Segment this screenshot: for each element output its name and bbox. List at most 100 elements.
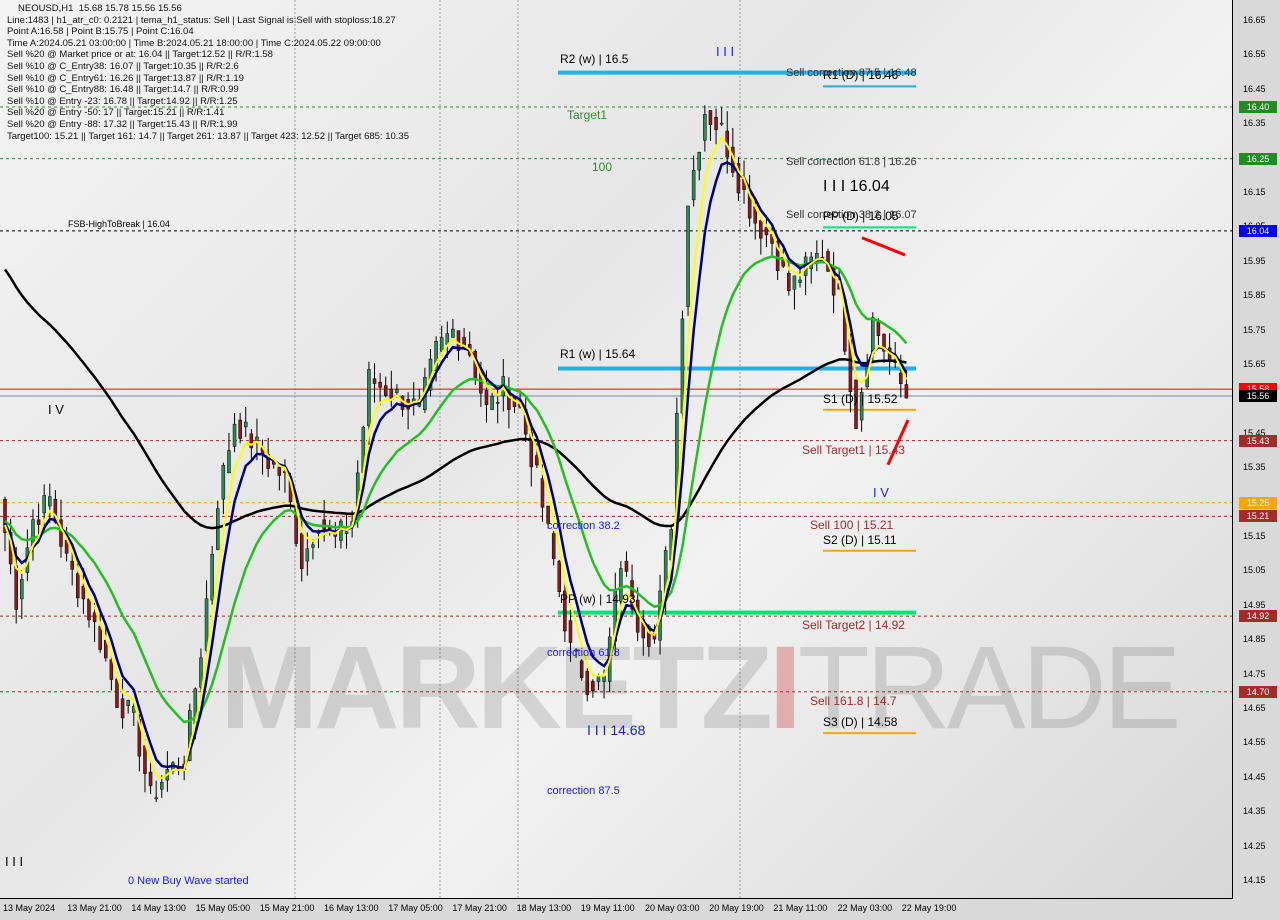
candle-body	[238, 419, 242, 439]
candle-body	[148, 771, 153, 787]
candle-body	[439, 337, 444, 352]
level-label: R1 (w) | 15.64	[560, 347, 636, 362]
price-tag: 14.92	[1239, 610, 1277, 623]
candle-body	[36, 519, 41, 525]
price-tick-label: 14.65	[1243, 703, 1266, 713]
candle-body	[904, 384, 909, 399]
candle-body	[451, 328, 455, 338]
price-tick-label: 14.15	[1243, 875, 1266, 885]
price-tag: 16.04	[1239, 224, 1277, 237]
time-tick-label: 20 May 03:00	[645, 903, 700, 913]
price-tick-label: 15.75	[1243, 324, 1266, 335]
candle-body	[232, 423, 237, 447]
candle-body	[686, 205, 690, 307]
candle-body	[490, 396, 494, 410]
level-label: Sell correction 38.2 | 16.07	[786, 208, 917, 221]
candle-body	[691, 170, 696, 201]
wave-annotation: I I I	[716, 44, 735, 59]
level-label: R2 (w) | 16.5	[560, 51, 629, 66]
info-line: Time A:2024.05.21 03:00:00 | Time B:2024…	[7, 37, 381, 49]
candle-body	[92, 612, 97, 622]
time-tick-label: 18 May 13:00	[516, 903, 572, 913]
wave-annotation: 0 New Buy Wave started	[128, 875, 249, 887]
candle-body	[160, 782, 164, 790]
level-label: PP (w) | 14.93	[560, 591, 636, 606]
level-label: S1 (D) | 15.52	[823, 391, 898, 406]
candle-body	[484, 389, 489, 405]
time-tick-label: 15 May 21:00	[259, 903, 315, 913]
candle-body	[115, 678, 119, 708]
trend-line	[861, 236, 906, 257]
level-label: Target1	[567, 108, 608, 122]
candle-body	[20, 579, 24, 600]
candle-body	[76, 573, 80, 599]
chart-plot-area[interactable]: MARKETZITRADE NEOUSD,H1 15.68 15.78 15.5…	[0, 0, 1233, 899]
price-tick-label: 15.05	[1243, 565, 1266, 576]
price-tag: 16.40	[1239, 101, 1277, 113]
candle-body	[109, 659, 114, 680]
candle-body	[798, 279, 802, 283]
candle-body	[871, 317, 875, 354]
candle-body	[395, 389, 399, 393]
candle-body	[299, 533, 304, 569]
price-tag: 16.25	[1239, 152, 1277, 165]
candle-body	[70, 560, 74, 570]
wave-annotation: correction 61.8	[547, 647, 620, 659]
price-tick-label: 15.85	[1243, 290, 1266, 301]
candle-body	[126, 700, 130, 706]
info-line: Sell %10 @ Entry -23: 16.78 || Target:14…	[7, 95, 238, 107]
price-tag: 14.70	[1239, 685, 1277, 698]
candle-body	[624, 560, 629, 572]
level-label: Sell 100 | 15.21	[810, 518, 894, 533]
price-tick-label: 14.75	[1243, 668, 1266, 679]
candle-body	[42, 495, 46, 514]
price-tick-label: 14.55	[1243, 737, 1266, 748]
candle-body	[703, 114, 707, 141]
candle-body	[495, 402, 500, 404]
info-line: Target100: 15.21 || Target 161: 14.7 || …	[7, 130, 409, 142]
candle-body	[372, 378, 377, 384]
time-tick-label: 22 May 19:00	[901, 903, 957, 913]
candle-body	[557, 560, 562, 592]
watermark-logo: MARKETZITRADE	[220, 622, 1182, 754]
candle-body	[697, 151, 701, 171]
info-line: Sell %20 @ Entry -50: 17 || Target:15.21…	[7, 107, 225, 119]
candle-body	[378, 381, 382, 388]
candle-body	[708, 110, 713, 125]
time-tick-label: 16 May 13:00	[324, 903, 379, 913]
wave-annotation: I V	[48, 402, 64, 417]
info-line: Sell %20 @ Market price or at: 16.04 || …	[7, 49, 273, 61]
candle-body	[311, 544, 315, 548]
price-tick-label: 14.85	[1243, 634, 1266, 645]
candle-body	[787, 273, 791, 291]
candle-body	[227, 450, 231, 474]
price-tick-label: 14.35	[1243, 806, 1266, 817]
info-line: Sell %10 @ C_Entry88: 16.48 || Target:14…	[7, 84, 239, 96]
price-tick-label: 14.95	[1243, 599, 1266, 610]
candle-body	[120, 698, 125, 719]
level-label: FSB-HighToBreak | 16.04	[68, 218, 170, 229]
candle-body	[792, 275, 797, 290]
ma-black-line	[3, 268, 907, 530]
level-label: Sell correction 61.8 | 16.26	[786, 155, 917, 168]
price-tag: 15.43	[1239, 434, 1277, 447]
candle-body	[255, 436, 259, 441]
price-axis[interactable]: 16.6516.5516.4516.3516.2516.1516.0515.95…	[1233, 0, 1280, 898]
info-line: Sell %20 @ Entry -88: 17.32 || Target:15…	[7, 118, 238, 130]
candle-body	[277, 466, 282, 476]
level-label: S3 (D) | 14.58	[823, 715, 898, 730]
time-tick-label: 20 May 19:00	[709, 903, 764, 913]
candle-body	[759, 220, 763, 239]
wave-annotation: 100	[592, 160, 613, 174]
time-tick-label: 21 May 11:00	[773, 903, 828, 913]
wave-annotation: I I I 16.04	[823, 178, 890, 195]
price-tick-label: 16.55	[1243, 49, 1266, 60]
wave-annotation: I V	[873, 485, 889, 500]
candle-body	[764, 227, 769, 236]
time-tick-label: 15 May 05:00	[195, 903, 251, 913]
price-tick-label: 14.25	[1243, 840, 1266, 851]
price-tick-label: 14.45	[1243, 771, 1266, 782]
wave-annotation: I I I 14.68	[587, 722, 646, 738]
candle-body	[143, 745, 147, 774]
candle-body	[305, 548, 310, 562]
